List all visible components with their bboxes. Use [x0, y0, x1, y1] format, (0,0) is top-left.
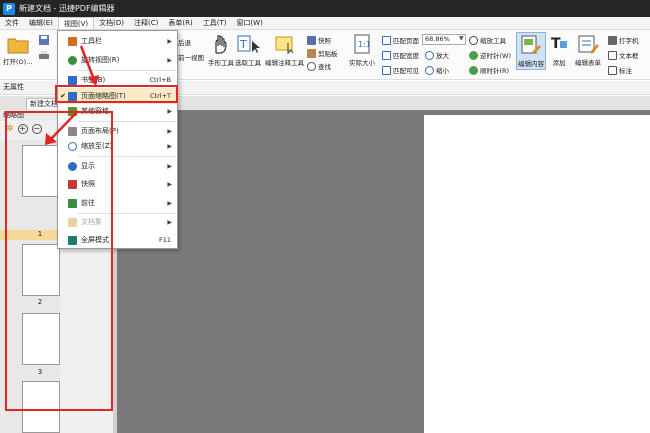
textbox-button[interactable]: 文本框 — [608, 50, 639, 60]
print-button[interactable] — [38, 50, 50, 62]
rotate-ccw-icon — [469, 50, 478, 60]
find-button[interactable]: 查找 — [307, 61, 331, 71]
zoom-out-icon — [425, 65, 434, 75]
add-button[interactable]: T 添加 — [549, 33, 569, 67]
rotate-cw-icon — [469, 65, 478, 75]
snapshot-button[interactable]: 快照 — [307, 35, 331, 45]
submenu-arrow-icon: ▶ — [167, 107, 172, 115]
fit-visible-icon — [382, 65, 391, 75]
edit-content-icon — [521, 35, 541, 54]
edit-annotation-tool-button[interactable]: 编辑注释工具 — [265, 33, 304, 67]
actual-size-icon: 1:1 — [354, 34, 371, 54]
annotation-arrow-icon — [45, 110, 79, 145]
annotation-arrow-icon — [79, 45, 99, 86]
camera-icon — [307, 35, 316, 45]
clipboard-icon — [307, 48, 316, 58]
folder-icon — [7, 38, 29, 54]
menu-bar: 文件 编辑(E) 视图(V) 文档(D) 注释(C) 表单(R) 工具(T) 窗… — [0, 17, 650, 30]
fit-page-icon — [382, 35, 391, 45]
window-title: 新建文档 - 迅捷PDF编辑器 — [19, 4, 115, 13]
zoom-out-button[interactable]: 缩小 — [425, 65, 449, 75]
submenu-arrow-icon: ▶ — [167, 127, 172, 135]
add-text-icon: T — [551, 36, 567, 52]
callout-icon — [608, 65, 617, 75]
title-bar: P 新建文档 - 迅捷PDF编辑器 — [0, 0, 650, 17]
submenu-arrow-icon: ▶ — [167, 56, 172, 64]
svg-text:1:1: 1:1 — [358, 40, 371, 49]
previous-view-partial-label[interactable]: 前一视图 — [178, 52, 204, 62]
fit-page-button[interactable]: 匹配页面 — [382, 35, 419, 45]
zoom-dropdown-chevron-down-icon[interactable]: ▼ — [459, 35, 464, 42]
submenu-arrow-icon: ▶ — [167, 218, 172, 226]
zoom-in-button[interactable]: 放大 — [425, 50, 449, 60]
save-button[interactable] — [38, 34, 50, 46]
svg-text:T: T — [551, 36, 561, 52]
properties-label: 无属性 — [3, 83, 24, 91]
watermark-url: jingyan.baidu.com — [520, 400, 604, 410]
fit-width-button[interactable]: 匹配宽度 — [382, 50, 419, 60]
text-select-icon: T — [237, 35, 260, 53]
edit-form-icon — [578, 35, 599, 54]
rotate-cw-button[interactable]: 顺时针(R) — [469, 65, 509, 75]
printer-icon — [39, 51, 49, 59]
typewriter-icon — [608, 35, 617, 45]
edit-form-button[interactable]: 编辑表单 — [575, 33, 601, 67]
menu-form[interactable]: 表单(R) — [163, 17, 197, 29]
fit-visible-button[interactable]: 匹配可见 — [382, 65, 419, 75]
rotate-ccw-button[interactable]: 逆时针(W) — [469, 50, 511, 60]
open-button[interactable]: 打开(O)... — [3, 34, 32, 66]
app-logo-icon: P — [3, 2, 15, 15]
menu-edit[interactable]: 编辑(E) — [24, 17, 58, 29]
callout-button[interactable]: 标注 — [608, 65, 632, 75]
menu-document[interactable]: 文档(D) — [94, 17, 129, 29]
clipboard-button[interactable]: 剪贴板 — [307, 48, 338, 58]
svg-text:T: T — [239, 38, 247, 51]
menu-file[interactable]: 文件 — [0, 17, 24, 29]
submenu-arrow-icon: ▶ — [167, 37, 172, 45]
edit-content-button[interactable]: 编辑内容 — [516, 32, 546, 70]
search-icon — [307, 61, 316, 71]
actual-size-button[interactable]: 1:1 实际大小 — [349, 33, 375, 67]
zoom-in-icon — [425, 50, 434, 60]
watermark-brand: Bai 经验 — [505, 376, 596, 401]
select-tool-button[interactable]: T 选取工具 — [235, 33, 261, 67]
fit-width-icon — [382, 50, 391, 60]
submenu-arrow-icon: ▶ — [167, 162, 172, 170]
hand-icon — [215, 35, 227, 54]
menu-window[interactable]: 窗口(W) — [231, 17, 267, 29]
typewriter-button[interactable]: 打字机 — [608, 35, 639, 45]
annotation-icon — [275, 36, 293, 55]
magnifier-icon — [469, 35, 478, 45]
menu-comment[interactable]: 注释(C) — [129, 17, 163, 29]
save-icon — [39, 35, 49, 45]
back-partial-label[interactable]: 后退 — [178, 37, 191, 47]
zoom-tool-button[interactable]: 缩放工具 — [469, 35, 506, 45]
highlight-page-thumbnails — [55, 85, 178, 103]
highlight-thumbnail-panel — [5, 111, 113, 411]
submenu-arrow-icon: ▶ — [167, 199, 172, 207]
menu-view[interactable]: 视图(V) — [57, 17, 95, 29]
menu-tools[interactable]: 工具(T) — [198, 17, 232, 29]
hand-tool-button[interactable]: 手形工具 — [208, 33, 234, 67]
submenu-arrow-icon: ▶ — [167, 142, 172, 150]
textbox-icon — [608, 50, 617, 60]
submenu-arrow-icon: ▶ — [167, 180, 172, 188]
